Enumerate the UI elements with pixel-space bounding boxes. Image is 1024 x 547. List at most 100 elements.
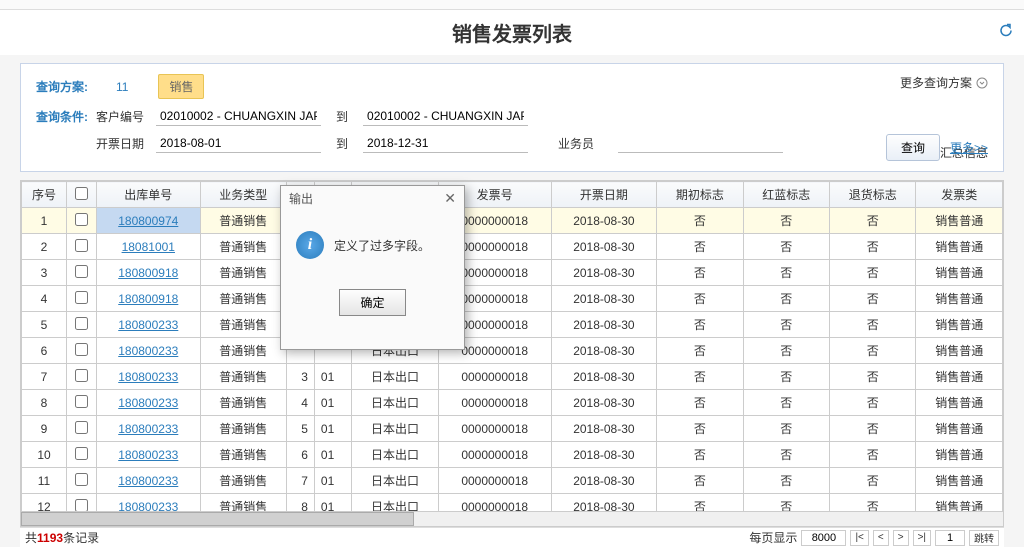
table-cell: 否 — [830, 260, 916, 286]
table-header-12[interactable]: 发票类 — [916, 182, 1003, 208]
table-cell: 01 — [314, 468, 351, 494]
table-cell: 普通销售 — [200, 312, 286, 338]
dialog-close-button[interactable]: ✕ — [444, 190, 456, 207]
table-cell: 普通销售 — [200, 208, 286, 234]
table-row[interactable]: 11180800233普通销售701日本出口00000000182018-08-… — [22, 468, 1003, 494]
table-cell: 否 — [657, 286, 743, 312]
row-checkbox[interactable] — [75, 473, 88, 486]
page-jump-button[interactable]: 跳转 — [969, 530, 999, 546]
table-cell[interactable]: 180800233 — [97, 364, 201, 390]
row-checkbox[interactable] — [75, 213, 88, 226]
table-cell: 销售普通 — [916, 364, 1003, 390]
page-prev[interactable]: < — [873, 530, 889, 546]
date-from[interactable] — [156, 134, 321, 153]
table-row[interactable]: 4180800918普通销售日本出口00000000182018-08-30否否… — [22, 286, 1003, 312]
date-to[interactable] — [363, 134, 528, 153]
table-cell[interactable] — [67, 468, 97, 494]
row-checkbox[interactable] — [75, 421, 88, 434]
table-cell: 否 — [657, 208, 743, 234]
table-row[interactable]: 7180800233普通销售301日本出口00000000182018-08-3… — [22, 364, 1003, 390]
table-cell: 否 — [743, 390, 829, 416]
page-jump-input[interactable] — [935, 530, 965, 546]
table-header-9[interactable]: 期初标志 — [657, 182, 743, 208]
table-cell[interactable]: 180800918 — [97, 260, 201, 286]
table-row[interactable]: 3180800918普通销售日本出口00000000182018-08-30否否… — [22, 260, 1003, 286]
table-cell[interactable]: 180800233 — [97, 442, 201, 468]
table-cell[interactable]: 180800233 — [97, 338, 201, 364]
scrollbar-thumb[interactable] — [21, 512, 414, 526]
row-checkbox[interactable] — [75, 317, 88, 330]
table-header-3[interactable]: 业务类型 — [200, 182, 286, 208]
table-cell[interactable]: 180800233 — [97, 416, 201, 442]
table-cell: 6 — [22, 338, 67, 364]
table-cell[interactable] — [67, 208, 97, 234]
more-query-scheme[interactable]: 更多查询方案 — [900, 74, 988, 91]
row-checkbox[interactable] — [75, 239, 88, 252]
table-row[interactable]: 218081001普通销售日本出口00000000182018-08-30否否否… — [22, 234, 1003, 260]
more-link[interactable]: 更多>> — [950, 139, 988, 156]
table-cell[interactable]: 180800233 — [97, 312, 201, 338]
table-cell: 否 — [743, 416, 829, 442]
table-cell[interactable] — [67, 364, 97, 390]
table-cell: 2018-08-30 — [551, 390, 656, 416]
invoice-table-wrap[interactable]: 序号出库单号业务类型销售类型发票号开票日期期初标志红蓝标志退货标志发票类 118… — [20, 180, 1004, 515]
table-row[interactable]: 8180800233普通销售401日本出口00000000182018-08-3… — [22, 390, 1003, 416]
table-row[interactable]: 10180800233普通销售601日本出口00000000182018-08-… — [22, 442, 1003, 468]
table-cell: 普通销售 — [200, 416, 286, 442]
table-cell[interactable] — [67, 390, 97, 416]
table-cell[interactable]: 18081001 — [97, 234, 201, 260]
table-header-row: 序号出库单号业务类型销售类型发票号开票日期期初标志红蓝标志退货标志发票类 — [22, 182, 1003, 208]
table-cell[interactable] — [67, 260, 97, 286]
table-cell[interactable] — [67, 416, 97, 442]
query-panel: 查询方案: 11 销售 更多查询方案 查询条件: 客户编号 到 开票日期 到 业… — [20, 63, 1004, 172]
table-row[interactable]: 5180800233普通销售日本出口00000000182018-08-30否否… — [22, 312, 1003, 338]
table-cell: 2018-08-30 — [551, 260, 656, 286]
table-row[interactable]: 1180800974普通销售日本出口00000000182018-08-30否否… — [22, 208, 1003, 234]
table-cell: 否 — [657, 312, 743, 338]
table-cell: 销售普通 — [916, 286, 1003, 312]
customer-code-label: 客户编号 — [96, 108, 156, 125]
table-cell: 日本出口 — [352, 416, 438, 442]
table-header-8[interactable]: 开票日期 — [551, 182, 656, 208]
table-cell[interactable]: 180800918 — [97, 286, 201, 312]
row-checkbox[interactable] — [75, 369, 88, 382]
row-checkbox[interactable] — [75, 343, 88, 356]
table-cell[interactable] — [67, 312, 97, 338]
query-button[interactable]: 查询 — [886, 134, 940, 161]
table-header-11[interactable]: 退货标志 — [830, 182, 916, 208]
table-header-0[interactable]: 序号 — [22, 182, 67, 208]
per-page-input[interactable] — [801, 530, 846, 546]
table-cell[interactable] — [67, 286, 97, 312]
page-next[interactable]: > — [893, 530, 909, 546]
table-cell[interactable]: 180800974 — [97, 208, 201, 234]
table-header-10[interactable]: 红蓝标志 — [743, 182, 829, 208]
row-checkbox[interactable] — [75, 499, 88, 512]
query-scheme-tag[interactable]: 销售 — [158, 74, 204, 99]
table-cell: 2018-08-30 — [551, 338, 656, 364]
table-cell[interactable]: 180800233 — [97, 468, 201, 494]
table-cell: 销售普通 — [916, 468, 1003, 494]
table-cell[interactable]: 180800233 — [97, 390, 201, 416]
row-checkbox[interactable] — [75, 447, 88, 460]
customer-code-from[interactable] — [156, 107, 321, 126]
table-cell: 否 — [743, 312, 829, 338]
row-checkbox[interactable] — [75, 395, 88, 408]
refresh-icon[interactable] — [998, 21, 1014, 44]
row-checkbox[interactable] — [75, 265, 88, 278]
page-first[interactable]: |< — [850, 530, 868, 546]
customer-code-to[interactable] — [363, 107, 528, 126]
table-cell[interactable] — [67, 442, 97, 468]
table-header-2[interactable]: 出库单号 — [97, 182, 201, 208]
horizontal-scrollbar[interactable] — [20, 511, 1004, 527]
table-row[interactable]: 6180800233普通销售日本出口00000000182018-08-30否否… — [22, 338, 1003, 364]
row-checkbox[interactable] — [75, 291, 88, 304]
table-row[interactable]: 9180800233普通销售501日本出口00000000182018-08-3… — [22, 416, 1003, 442]
table-cell[interactable] — [67, 234, 97, 260]
table-cell[interactable] — [67, 338, 97, 364]
page-last[interactable]: >| — [913, 530, 931, 546]
table-header-1[interactable] — [67, 182, 97, 208]
sales-input[interactable] — [618, 134, 783, 153]
dialog-ok-button[interactable]: 确定 — [339, 289, 405, 316]
select-all-checkbox[interactable] — [75, 187, 88, 200]
table-cell: 否 — [830, 416, 916, 442]
